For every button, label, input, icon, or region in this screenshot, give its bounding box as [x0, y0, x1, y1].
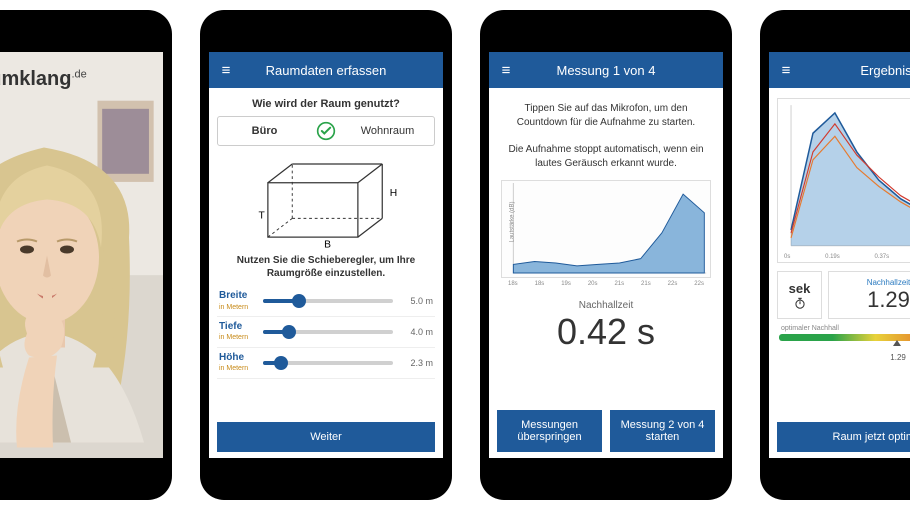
slider-instruction: Nutzen Sie die Schieberegler, um Ihre Ra… [221, 255, 431, 280]
skip-button[interactable]: Messungen überspringen [497, 410, 602, 452]
check-icon [311, 117, 341, 145]
header-title: Raumdaten erfassen [243, 63, 443, 78]
splash-screen: myRaumklang.de [0, 52, 163, 458]
slider-track[interactable] [263, 299, 393, 303]
slider-track[interactable] [263, 330, 393, 334]
tile-reverb: Nachhallzeit 1.29 [828, 271, 910, 319]
reverb-label: Nachhallzeit [497, 300, 715, 311]
svg-text:H: H [390, 188, 397, 199]
reverb-value: 0.42 s [497, 311, 715, 353]
phone-measure: ≡ Messung 1 von 4 Tippen Sie auf das Mik… [480, 10, 732, 500]
phone-result: ≡ Ergebnis 0s0.19s0.37s0.56s0.75s sek Na… [760, 10, 910, 500]
usage-option-buero[interactable]: Büro [218, 117, 311, 145]
header: ≡ Ergebnis [769, 52, 910, 88]
waveform-chart: Lautstärke (dB) 18s18s19s20s21s21s22s22s [501, 180, 711, 278]
usage-question: Wie wird der Raum genutzt? [217, 98, 435, 110]
slider-row[interactable]: Höhein Metern 2.3 m [217, 348, 435, 379]
svg-text:T: T [259, 210, 266, 221]
portrait-woman-shh [0, 107, 163, 458]
menu-icon[interactable]: ≡ [769, 62, 803, 79]
stopwatch-icon [793, 296, 807, 310]
next-button[interactable]: Weiter [217, 422, 435, 452]
menu-icon[interactable]: ≡ [209, 62, 243, 79]
slider-group: Breitein Metern 5.0 mTiefein Metern 4.0 … [217, 286, 435, 379]
header-title: Messung 1 von 4 [523, 63, 723, 78]
header: ≡ Messung 1 von 4 [489, 52, 723, 88]
svg-text:B: B [324, 239, 331, 249]
next-measure-button[interactable]: Messung 2 von 4 starten [610, 410, 715, 452]
tile-unit: sek [777, 271, 822, 319]
slider-row[interactable]: Breitein Metern 5.0 m [217, 286, 435, 317]
decay-chart: 0s0.19s0.37s0.56s0.75s [777, 98, 910, 263]
header: ≡ Raumdaten erfassen [209, 52, 443, 88]
slider-track[interactable] [263, 361, 393, 365]
usage-segmented[interactable]: Büro Wohnraum [217, 116, 435, 146]
phone-splash: myRaumklang.de [0, 10, 172, 500]
header-title: Ergebnis [803, 63, 910, 78]
slider-row[interactable]: Tiefein Metern 4.0 m [217, 317, 435, 348]
room-cube-diagram: T B H [251, 154, 401, 249]
instruction-1: Tippen Sie auf das Mikrofon, um den Coun… [503, 102, 709, 129]
phone-roomdata: ≡ Raumdaten erfassen Wie wird der Raum g… [200, 10, 452, 500]
optimize-button[interactable]: Raum jetzt optimieren [777, 422, 910, 452]
instruction-2: Die Aufnahme stoppt automatisch, wenn ei… [503, 143, 709, 170]
usage-option-wohnraum[interactable]: Wohnraum [341, 117, 434, 145]
menu-icon[interactable]: ≡ [489, 62, 523, 79]
gauge: optimaler Nachhall 1.29 [779, 325, 910, 362]
brand-logo: myRaumklang.de [0, 68, 87, 91]
